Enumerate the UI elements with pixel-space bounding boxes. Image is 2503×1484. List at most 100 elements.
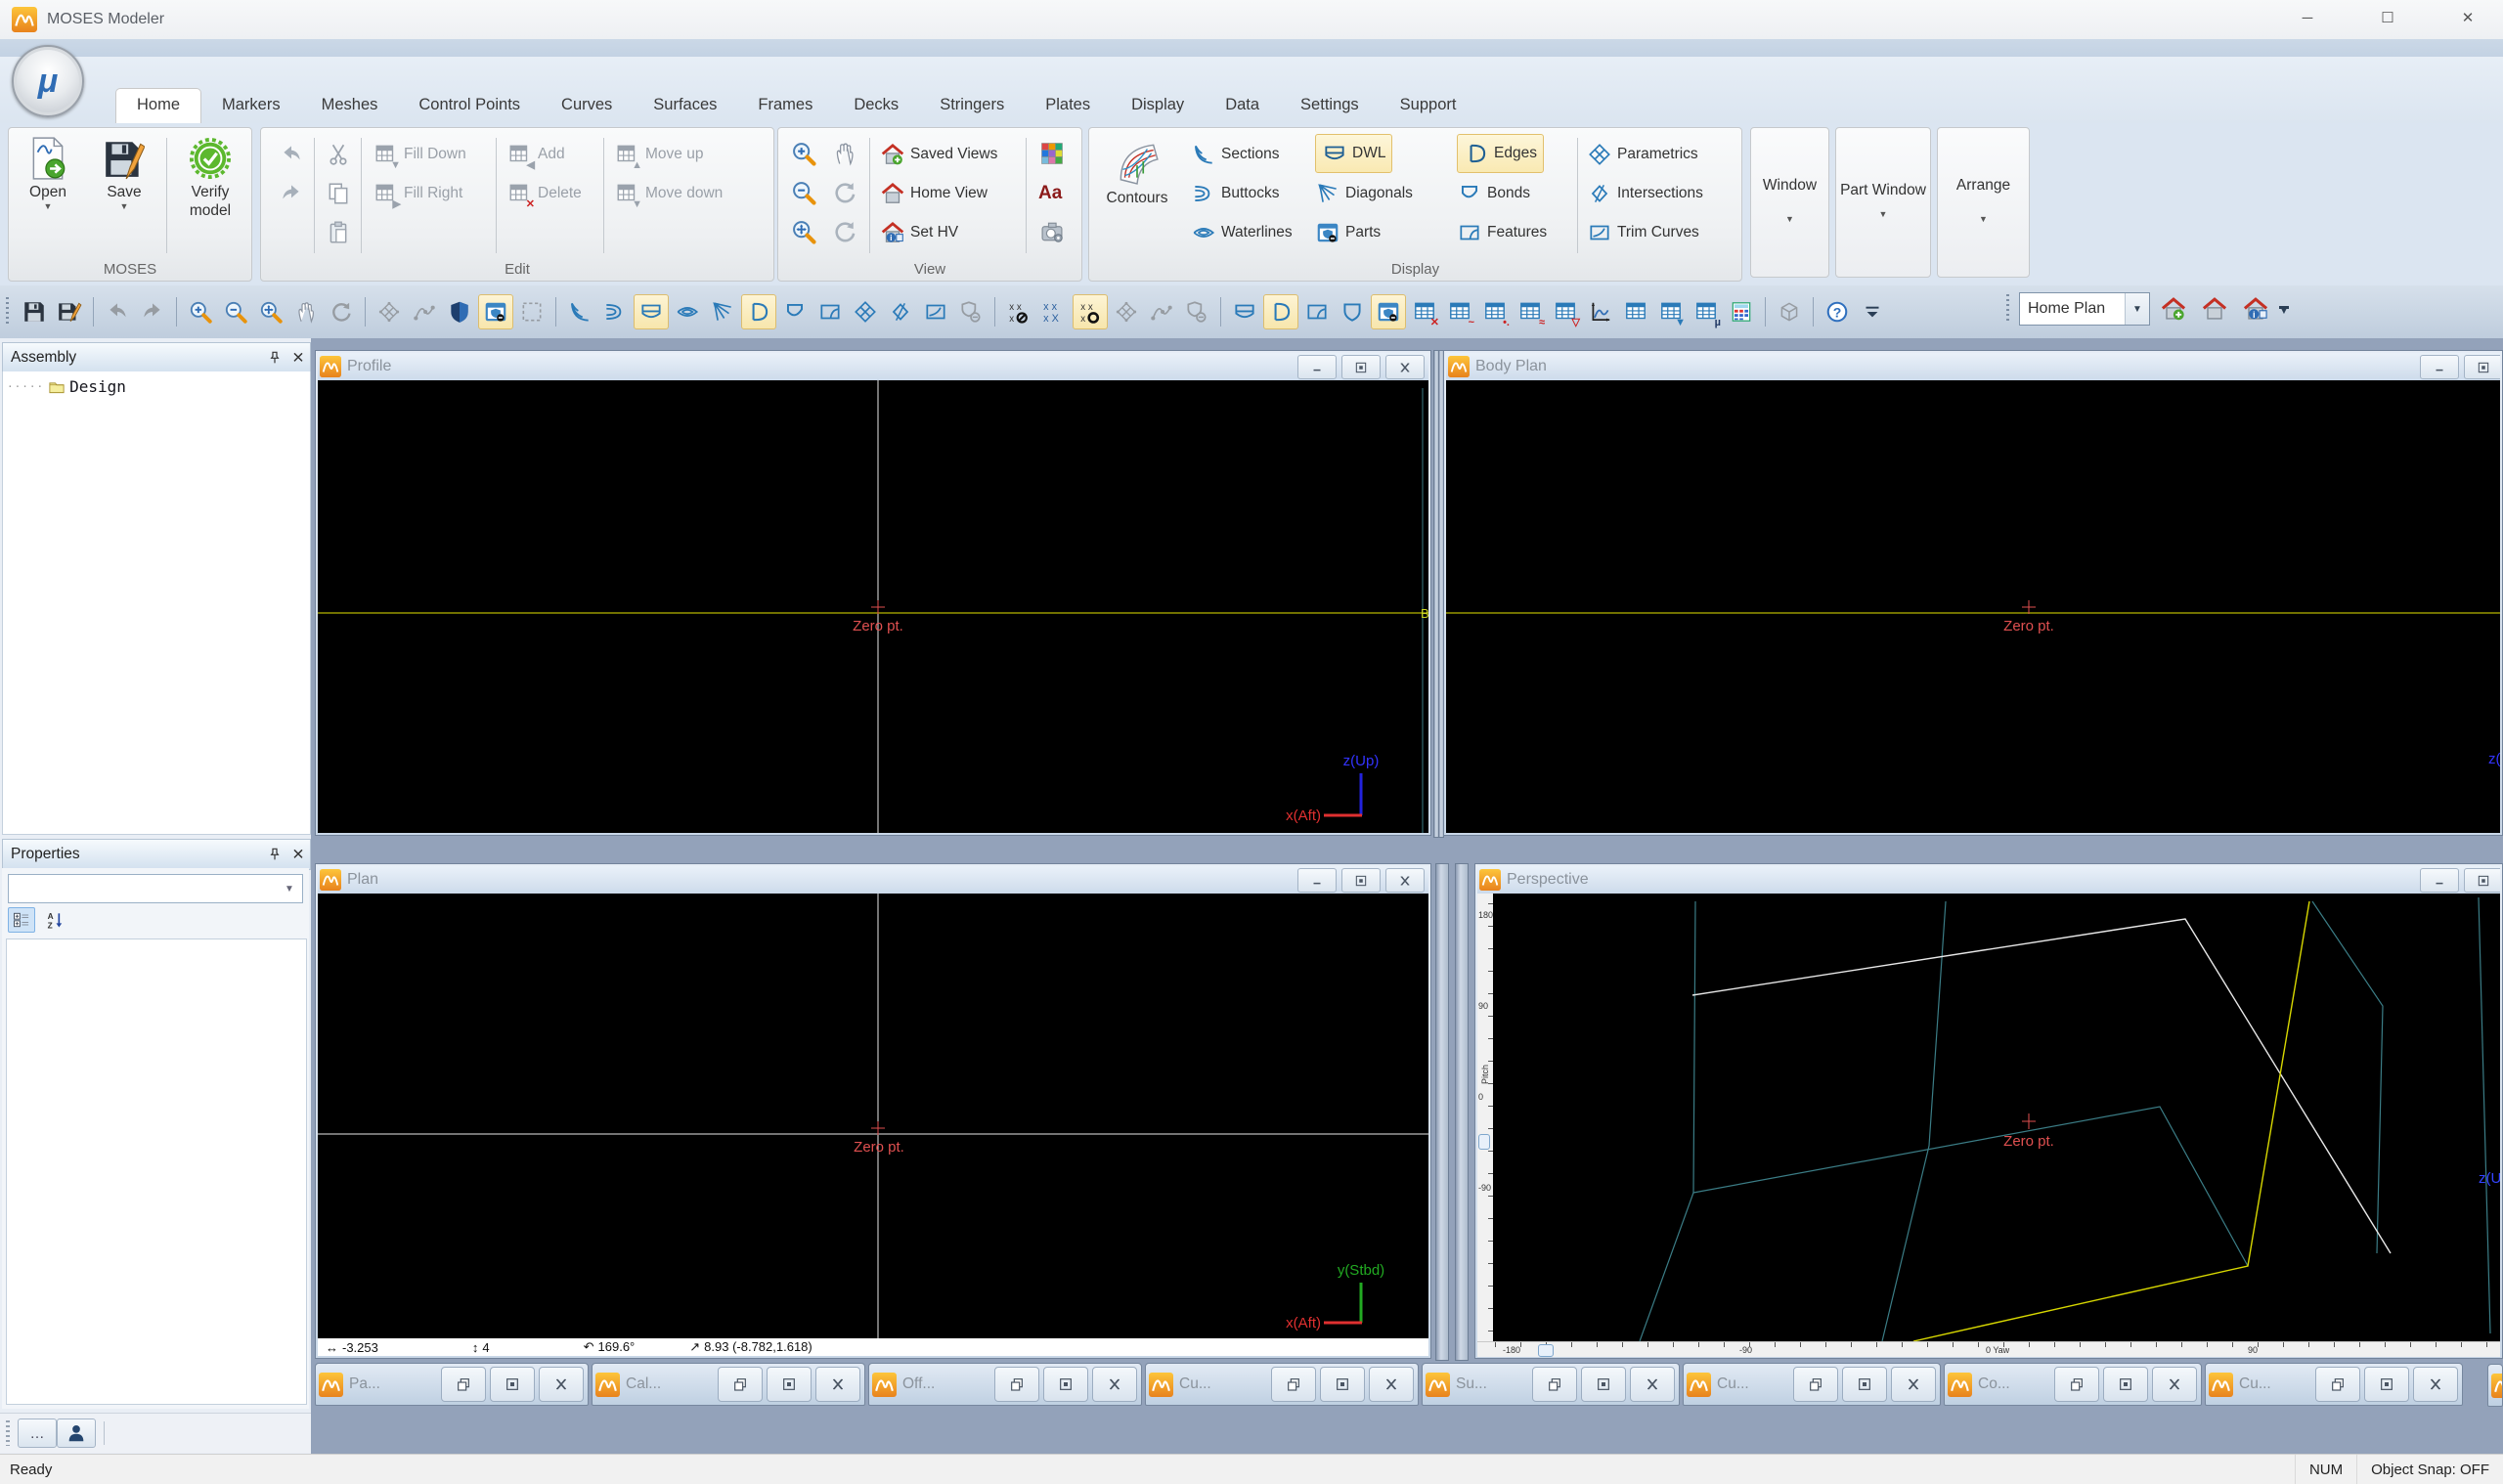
tab-stringers[interactable]: Stringers xyxy=(919,89,1025,123)
save-button[interactable] xyxy=(18,295,51,328)
calculator-button[interactable] xyxy=(1725,295,1758,328)
pan-button[interactable] xyxy=(289,295,323,328)
table-markers-button[interactable]: ✕ xyxy=(1408,295,1441,328)
diagonals-toggle[interactable]: Diagonals xyxy=(1315,175,1413,212)
minimized-window-7[interactable]: Cu... xyxy=(2205,1363,2463,1406)
maximize-button[interactable] xyxy=(2103,1367,2148,1402)
open-button[interactable]: Open ▼ xyxy=(22,132,73,253)
close-button[interactable] xyxy=(2413,1367,2458,1402)
edges-toggle[interactable]: Edges xyxy=(1457,134,1544,173)
marker-option-2-button[interactable] xyxy=(1145,295,1178,328)
tab-control-points[interactable]: Control Points xyxy=(398,89,541,123)
tab-support[interactable]: Support xyxy=(1380,89,1477,123)
minimized-window-3[interactable]: Cu... xyxy=(1145,1363,1419,1406)
tab-surfaces[interactable]: Surfaces xyxy=(633,89,737,123)
intersections-button[interactable] xyxy=(884,295,917,328)
zoom-out-button[interactable] xyxy=(219,295,252,328)
parts-display-button[interactable] xyxy=(954,295,988,328)
yaw-slider-thumb[interactable] xyxy=(1538,1344,1554,1357)
markers-show-button[interactable] xyxy=(1073,294,1108,329)
body-plan-viewport[interactable]: Zero pt. z( xyxy=(1446,380,2500,833)
mesh-net-button[interactable] xyxy=(373,295,406,328)
font-button[interactable]: Aa xyxy=(1038,175,1062,212)
home-view-button[interactable] xyxy=(2197,292,2232,326)
save-view-button[interactable] xyxy=(2156,292,2191,326)
minimized-window-5[interactable]: Cu... xyxy=(1683,1363,1941,1406)
set-hv-button[interactable]: Set HV xyxy=(880,214,958,251)
mini-toolbar-more-button[interactable]: … xyxy=(18,1419,57,1448)
object-snap-indicator[interactable]: Object Snap: OFF xyxy=(2356,1455,2503,1484)
buttocks-toggle[interactable]: Buttocks xyxy=(1191,175,1279,212)
profile-restore-button[interactable] xyxy=(1341,355,1381,379)
maximize-button[interactable] xyxy=(1581,1367,1626,1402)
restore-button[interactable] xyxy=(2054,1367,2099,1402)
restore-button[interactable] xyxy=(1793,1367,1838,1402)
tab-data[interactable]: Data xyxy=(1205,89,1280,123)
arrange-button[interactable]: Arrange ▼ xyxy=(1937,127,2030,278)
assembly-pin-icon[interactable] xyxy=(263,346,286,370)
plot-axes-button[interactable] xyxy=(1584,295,1617,328)
markers-select-button[interactable] xyxy=(1037,295,1071,328)
perspective-minimize-button[interactable] xyxy=(2420,868,2459,893)
trim-curves-toggle[interactable]: Trim Curves xyxy=(1587,214,1699,251)
maximize-button[interactable] xyxy=(767,1367,812,1402)
table-offsets-button[interactable]: ≈ xyxy=(1514,295,1547,328)
saved-views-button[interactable]: Saved Views xyxy=(880,136,997,173)
profile-viewport[interactable]: Zero pt. B z(Up) x(Aft) xyxy=(318,380,1428,833)
features-button[interactable] xyxy=(813,295,847,328)
move-down-button[interactable]: ▼ Move down xyxy=(615,175,723,212)
open-dropdown-arrow[interactable]: ▼ xyxy=(22,201,73,211)
properties-pin-icon[interactable] xyxy=(263,843,286,866)
table-dwl-button[interactable] xyxy=(1228,295,1261,328)
waterlines-button[interactable] xyxy=(671,295,704,328)
contours-button[interactable]: Contours xyxy=(1097,132,1177,253)
paste-button[interactable] xyxy=(326,214,351,251)
diagonals-button[interactable] xyxy=(706,295,739,328)
profile-close-button[interactable] xyxy=(1385,355,1425,379)
marker-option-1-button[interactable] xyxy=(1110,295,1143,328)
restore-button[interactable] xyxy=(1271,1367,1316,1402)
perspective-viewport[interactable]: Zero pt. z(U xyxy=(1493,894,2500,1341)
rotate-icon[interactable] xyxy=(831,179,858,206)
close-button[interactable] xyxy=(1092,1367,1137,1402)
tab-decks[interactable]: Decks xyxy=(833,89,919,123)
body-plan-restore-button[interactable] xyxy=(2464,355,2500,379)
restore-button[interactable] xyxy=(718,1367,763,1402)
box-3d-button[interactable] xyxy=(1773,295,1806,328)
part-window-toggle-button[interactable] xyxy=(478,294,513,329)
curve-points-button[interactable] xyxy=(408,295,441,328)
restore-button[interactable] xyxy=(994,1367,1039,1402)
add-row-button[interactable]: ◀ Add xyxy=(507,136,565,173)
perspective-restore-button[interactable] xyxy=(2464,868,2500,893)
tab-plates[interactable]: Plates xyxy=(1025,89,1111,123)
table-bonds-button[interactable]: ▽ xyxy=(1549,295,1582,328)
restore-button[interactable] xyxy=(2315,1367,2360,1402)
rotate-gear-icon[interactable] xyxy=(831,218,858,245)
close-button[interactable] xyxy=(539,1367,584,1402)
intersections-toggle[interactable]: Intersections xyxy=(1587,175,1703,212)
toolbar-drag-handle[interactable] xyxy=(2006,294,2009,324)
close-button[interactable]: ✕ xyxy=(2440,2,2495,33)
body-plan-minimize-button[interactable] xyxy=(2420,355,2459,379)
plan-title-bar[interactable]: Plan xyxy=(318,866,1428,894)
redo-button[interactable] xyxy=(136,295,169,328)
plan-minimize-button[interactable] xyxy=(1297,868,1337,893)
data-sheet-button[interactable] xyxy=(1619,295,1652,328)
application-menu-button[interactable]: μ xyxy=(12,45,84,117)
minimize-button[interactable]: ─ xyxy=(2280,2,2335,33)
toolbar-overflow-button[interactable]: ▬ ▼ xyxy=(2279,302,2289,317)
zoom-in-button[interactable] xyxy=(184,295,217,328)
table-curves-button[interactable]: ~ xyxy=(1443,295,1476,328)
fill-right-button[interactable]: ▶ Fill Right xyxy=(373,175,462,212)
tab-meshes[interactable]: Meshes xyxy=(301,89,399,123)
tab-settings[interactable]: Settings xyxy=(1280,89,1380,123)
properties-close-icon[interactable]: ✕ xyxy=(286,843,310,866)
selection-frame-button[interactable] xyxy=(515,295,549,328)
minimized-window-partial[interactable] xyxy=(2487,1364,2503,1407)
home-view-button[interactable]: Home View xyxy=(880,175,988,212)
window-button[interactable]: Window ▼ xyxy=(1750,127,1829,278)
restore-button[interactable] xyxy=(441,1367,486,1402)
tab-display[interactable]: Display xyxy=(1111,89,1205,123)
waterlines-toggle[interactable]: Waterlines xyxy=(1191,214,1293,251)
help-button[interactable] xyxy=(1821,295,1854,328)
